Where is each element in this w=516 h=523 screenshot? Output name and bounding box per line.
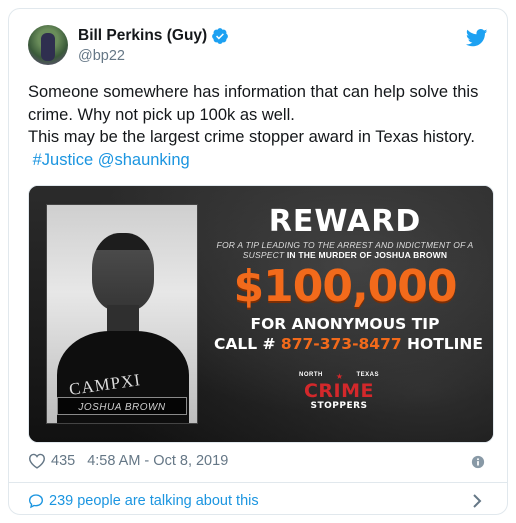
- conversation-link[interactable]: 239 people are talking about this: [28, 493, 259, 509]
- logo-bottom-word: STOPPERS: [310, 401, 368, 411]
- hotline-phone: 877-373-8477: [280, 335, 402, 353]
- author-name-row[interactable]: Bill Perkins (Guy): [78, 27, 229, 45]
- reward-subtitle-prefix: SUSPECT: [242, 250, 285, 260]
- conversation-count-label[interactable]: 239 people are talking about this: [49, 493, 259, 509]
- reward-title: REWARD: [268, 204, 422, 239]
- twitter-bird-icon[interactable]: [466, 29, 488, 47]
- tweet-media-image[interactable]: CAMPXI JOSHUA BROWN REWARD FOR A TIP LEA…: [28, 185, 494, 443]
- reward-subtitle-1: FOR A TIP LEADING TO THE ARREST AND INDI…: [216, 240, 474, 250]
- logo-crime-word: CRIME: [303, 380, 375, 402]
- tweet-line-2: crime. Why not pick up 100k as well.: [28, 105, 295, 124]
- footer-divider: [9, 482, 507, 483]
- like-count[interactable]: 435: [51, 453, 75, 469]
- victim-photo: CAMPXI JOSHUA BROWN: [46, 204, 198, 424]
- chevron-right-icon[interactable]: [471, 493, 483, 509]
- call-suffix: HOTLINE: [407, 335, 483, 353]
- hotline-line: CALL # 877-373-8477 HOTLINE: [214, 334, 483, 354]
- tweet-timestamp[interactable]: 4:58 AM - Oct 8, 2019: [87, 453, 228, 469]
- anonymous-tip-line: FOR ANONYMOUS TIP: [250, 315, 440, 333]
- speech-bubble-icon: [28, 494, 44, 509]
- reward-text-block: REWARD FOR A TIP LEADING TO THE ARREST A…: [214, 204, 483, 354]
- author-handle[interactable]: @bp22: [78, 48, 125, 64]
- heart-icon[interactable]: [28, 453, 46, 469]
- tweet-line-3: This may be the largest crime stopper aw…: [28, 128, 475, 146]
- photo-caption: JOSHUA BROWN: [78, 402, 166, 413]
- tweet-line-4: #Justice @shaunking: [28, 149, 494, 172]
- tweet-line-1: Someone somewhere has information that c…: [28, 83, 479, 101]
- tweet-header: Bill Perkins (Guy) @bp22: [28, 25, 488, 75]
- reward-subtitle-bold: IN THE MURDER OF JOSHUA BROWN: [286, 250, 448, 260]
- crime-stoppers-logo: NORTH ★ TEXAS CRIME STOPPERS: [299, 372, 379, 411]
- tweet-meta: 435 4:58 AM - Oct 8, 2019: [28, 453, 228, 469]
- verified-badge-icon: [212, 28, 229, 44]
- tweet-card: Bill Perkins (Guy) @bp22 Someone somewhe…: [8, 8, 508, 515]
- photo-head: [92, 233, 154, 311]
- avatar[interactable]: [28, 25, 68, 65]
- hashtag-link[interactable]: #Justice: [33, 151, 94, 169]
- reward-amount: $100,000: [233, 261, 457, 312]
- call-prefix: CALL #: [214, 335, 276, 353]
- tweet-text: Someone somewhere has information that c…: [28, 81, 494, 171]
- mention-link[interactable]: @shaunking: [98, 151, 190, 169]
- info-icon[interactable]: [471, 455, 485, 469]
- reward-subtitle-2: SUSPECT IN THE MURDER OF JOSHUA BROWN: [214, 250, 476, 260]
- author-display-name[interactable]: Bill Perkins (Guy): [78, 27, 207, 45]
